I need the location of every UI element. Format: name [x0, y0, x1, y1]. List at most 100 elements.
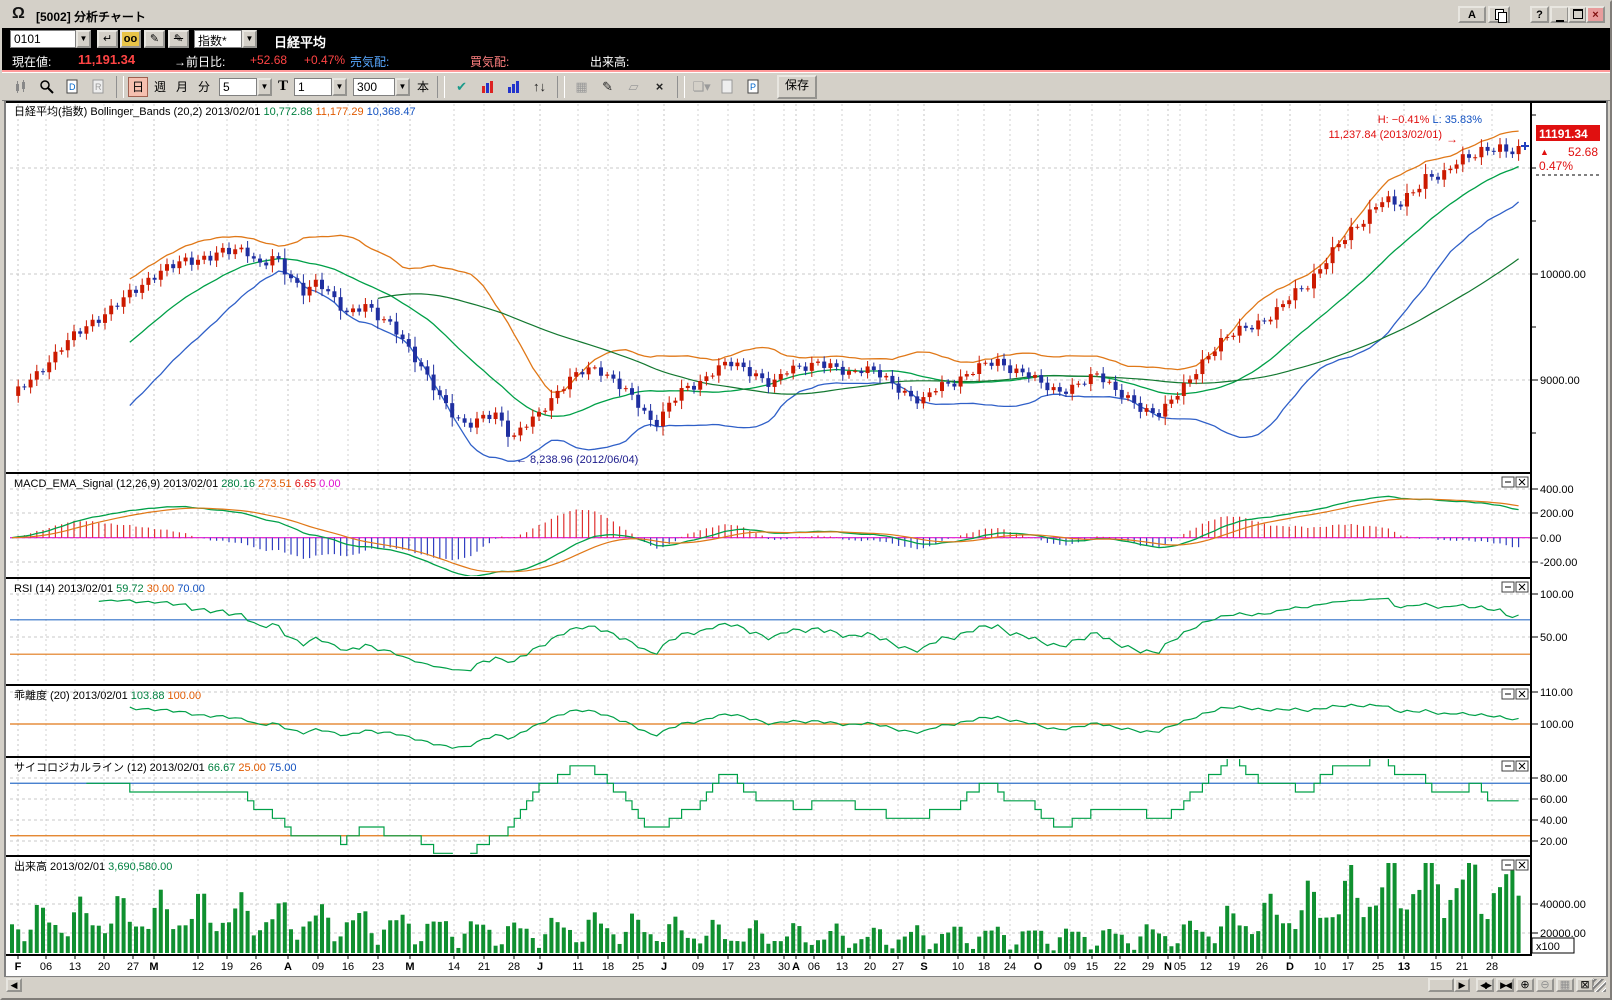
page-r-button[interactable]: R — [86, 75, 111, 99]
bar-count-select[interactable]: 300 — [353, 78, 395, 96]
resize-grip[interactable] — [1593, 979, 1606, 992]
pane-grid-button[interactable]: ▦ — [1556, 978, 1574, 992]
x-axis-label: 06 — [808, 961, 820, 973]
x-axis-label: 16 — [342, 961, 354, 973]
x-axis-label: J — [661, 961, 667, 973]
grid-icon: ▦ — [575, 79, 587, 95]
window-icon: ❏▾ — [692, 79, 710, 95]
category-dropdown-arrow[interactable]: ▼ — [242, 30, 257, 48]
axis-label: 100.00 — [1540, 589, 1574, 601]
volume-chart-button[interactable] — [501, 75, 526, 99]
clear-draw-button[interactable]: ✎ — [168, 30, 189, 48]
zoom-tool-button[interactable] — [34, 75, 59, 99]
x-axis-label: F — [15, 961, 22, 973]
toolbar-separator — [116, 76, 124, 98]
window-layout-button[interactable]: ❏▾ — [689, 75, 714, 99]
zoom-in-button[interactable]: ⊕ — [1516, 978, 1534, 992]
x-axis-label: 15 — [1430, 961, 1442, 973]
font-button[interactable]: A — [1458, 6, 1486, 23]
compress-bars-button[interactable]: ▶◀ — [1496, 978, 1514, 992]
bid-label: 買気配: — [470, 53, 509, 70]
scroll-right-button[interactable]: ▶ — [1454, 978, 1470, 992]
expand-icon: ◀▶ — [1480, 980, 1490, 990]
x-axis-label: M — [405, 961, 414, 973]
bars-dropdown-arrow[interactable]: ▼ — [395, 78, 410, 96]
app-logo-icon: Ω — [12, 5, 25, 23]
price-bar: 現在値: 11,191.34 →前日比: +52.68 +0.47% 売気配: … — [2, 50, 1610, 70]
close-box-icon: ⊠ — [1580, 979, 1589, 991]
change-value: +52.68 — [250, 53, 287, 67]
minimize-icon — [1556, 20, 1564, 22]
close-pane-mode-button[interactable]: ⊠ — [1576, 978, 1594, 992]
enter-button[interactable]: ↵ — [97, 30, 118, 48]
period-minute-button[interactable]: 分 — [194, 77, 214, 97]
category-select[interactable]: 指数* — [194, 30, 242, 48]
restore-button[interactable] — [1568, 6, 1587, 23]
period-month-button[interactable]: 月 — [172, 77, 192, 97]
expand-bars-button[interactable]: ◀▶ — [1476, 978, 1494, 992]
x-axis-label: 19 — [221, 961, 233, 973]
help-button[interactable]: ? — [1530, 6, 1549, 23]
change-label: →前日比: — [174, 53, 225, 70]
rsi-pane-header: RSI (14) 2013/02/01 59.72 30.00 70.00 — [14, 583, 205, 595]
scroll-left-button[interactable]: ◀ — [6, 978, 22, 992]
ask-label: 売気配: — [350, 53, 389, 70]
tick-dropdown-arrow[interactable]: ▼ — [332, 78, 347, 96]
draw-pencil-button[interactable]: ✎ — [595, 75, 620, 99]
scrollbar-thumb[interactable] — [1428, 978, 1454, 992]
new-page-button[interactable]: D — [60, 75, 85, 99]
close-button[interactable]: × — [1586, 6, 1605, 23]
compare-chart-button[interactable] — [475, 75, 500, 99]
x-axis-label: 15 — [1086, 961, 1098, 973]
high-arrow-icon: → — [1446, 132, 1458, 146]
code-dropdown-arrow[interactable]: ▼ — [76, 30, 91, 48]
x-axis-label: 19 — [1228, 961, 1240, 973]
right-arrow-icon: ▶ — [1459, 980, 1466, 990]
axis-label: 100.00 — [1540, 719, 1574, 731]
style-brush-button[interactable]: ✔ — [449, 75, 474, 99]
x-axis-label: 13 — [836, 961, 848, 973]
minute-dropdown-arrow[interactable]: ▼ — [257, 78, 272, 96]
x-axis-label: 10 — [952, 961, 964, 973]
sort-updown-button[interactable]: ↑↓ — [527, 75, 552, 99]
title-bar[interactable]: Ω [5002] 分析チャート A ? × — [2, 2, 1610, 29]
toolbar-separator — [677, 76, 685, 98]
x-axis-label: 21 — [478, 961, 490, 973]
brush-icon: ✔ — [456, 79, 467, 95]
x-axis-label: 23 — [748, 961, 760, 973]
candlestick-mode-button[interactable] — [8, 75, 33, 99]
minimize-button[interactable] — [1550, 6, 1569, 23]
x-axis-label: 09 — [1064, 961, 1076, 973]
eraser-button[interactable]: ▱ — [621, 75, 646, 99]
tick-value-select[interactable]: 1 — [294, 78, 332, 96]
edit-button[interactable]: ✎ — [144, 30, 165, 48]
zoom-in-icon: ⊕ — [1520, 979, 1529, 991]
search-button[interactable]: oo — [120, 30, 141, 48]
compress-icon: ▶◀ — [1500, 980, 1510, 990]
x-axis-label: 25 — [1372, 961, 1384, 973]
low-annotation: ← 8,238.96 (2012/06/04) — [516, 454, 638, 466]
axis-label: 0.00 — [1540, 533, 1561, 545]
x-axis-label: 17 — [1342, 961, 1354, 973]
x-axis-label: 23 — [372, 961, 384, 973]
chart-canvas[interactable]: 日経平均(指数) Bollinger_Bands (20,2) 2013/02/… — [2, 2, 1612, 1000]
x-axis-label: 13 — [1398, 961, 1410, 973]
toolbar-separator — [437, 76, 445, 98]
up-arrow-icon: ▲ — [1540, 147, 1549, 157]
period-week-button[interactable]: 週 — [150, 77, 170, 97]
current-price-value: 11,191.34 — [78, 52, 135, 67]
save-button[interactable]: 保存 — [777, 75, 817, 99]
toolbar-separator — [557, 76, 565, 98]
zoom-out-button[interactable]: ⊖ — [1536, 978, 1554, 992]
minute-value-select[interactable]: 5 — [219, 78, 257, 96]
copy-window-button[interactable] — [1488, 6, 1510, 23]
left-arrow-icon: ◀ — [11, 980, 18, 990]
main-pane-header: 日経平均(指数) Bollinger_Bands (20,2) 2013/02/… — [14, 104, 416, 118]
x-axis-label: 05 — [1174, 961, 1186, 973]
copy-page-button[interactable] — [715, 75, 740, 99]
grid-table-button[interactable]: ▦ — [569, 75, 594, 99]
period-day-button[interactable]: 日 — [128, 77, 148, 97]
delete-drawing-button[interactable]: × — [647, 75, 672, 99]
paste-page-button[interactable]: P — [741, 75, 766, 99]
code-input[interactable] — [10, 30, 76, 48]
